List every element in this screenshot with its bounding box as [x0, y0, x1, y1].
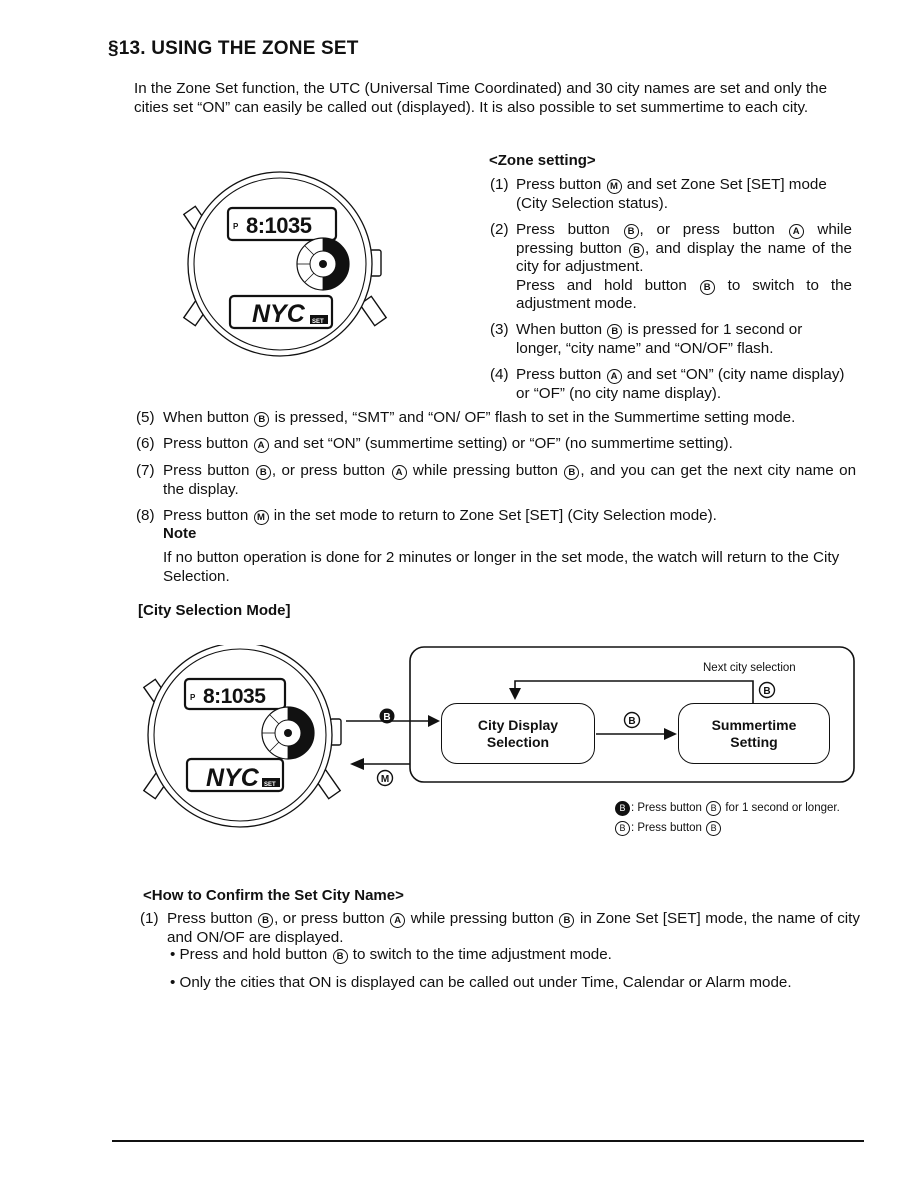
legend-item-long-press: B: Press button B for 1 second or longer… [614, 798, 840, 818]
step-text: Press button M in the set mode to return… [163, 507, 717, 525]
legend-text: : Press button [631, 802, 706, 814]
button-m-icon: M [253, 510, 269, 525]
button-b-icon: B [564, 465, 580, 480]
display-set-tag: SET [264, 782, 276, 788]
middle-arrow-head [664, 728, 677, 740]
button-a-icon: A [391, 465, 407, 480]
step-extra-text: Press and hold button B to switch to the… [516, 276, 852, 313]
note-label: Note [163, 525, 197, 542]
step-number: (3) [490, 321, 509, 338]
step-2: (2) Press button B, or press button A wh… [490, 221, 852, 314]
city-selection-mode-heading: [City Selection Mode] [138, 602, 291, 619]
bottom-rule [112, 1140, 864, 1142]
node-label-line: Summertime [711, 716, 797, 733]
button-b-icon: B [258, 913, 274, 928]
node-label-line: City Display [477, 716, 559, 733]
intro-paragraph: In the Zone Set function, the UTC (Unive… [134, 80, 828, 116]
step-7: (7) Press button B, or press button A wh… [136, 462, 856, 499]
legend-text: : Press button [631, 822, 706, 834]
watch-face-icon: P 8:1035 NYC SET [142, 642, 342, 828]
confirm-bullet-1: • Press and hold button B to switch to t… [170, 946, 612, 964]
step-number: (1) [490, 176, 509, 193]
button-a-icon: A [390, 913, 406, 928]
step-number: (2) [490, 221, 509, 238]
section-title: §13. USING THE ZONE SET [108, 38, 359, 59]
button-b-icon: B [706, 821, 722, 836]
step-3: (3) When button B is pressed for 1 secon… [490, 321, 852, 358]
button-b-icon: B [629, 242, 645, 258]
node-label-line: Setting [730, 733, 778, 750]
step-text: Press button B, or press button A while … [163, 462, 857, 498]
display-set-tag: SET [312, 319, 324, 325]
step-5: (5) When button B is pressed, “SMT” and … [136, 409, 866, 428]
step-number: (7) [136, 462, 155, 479]
button-b-long-label: B [383, 712, 390, 723]
watch-face-icon: P 8:1035 NYC SET [182, 171, 388, 357]
step-text: Press button B, or press button A while … [516, 221, 852, 275]
button-b-long-icon: B [615, 801, 630, 816]
step-6: (6) Press button A and set “ON” (summert… [136, 435, 866, 454]
node-summertime-setting: Summertime Setting [678, 703, 830, 764]
button-b-icon: B [699, 279, 715, 295]
loop-label: Next city selection [703, 662, 796, 674]
confirm-bullet-2: • Only the cities that ON is displayed c… [170, 974, 792, 991]
step-number: (5) [136, 409, 155, 426]
node-city-display-selection: City Display Selection [441, 703, 595, 764]
bullet-icon: • [170, 946, 180, 963]
loop-arrow [514, 680, 754, 703]
display-time: 8:1035 [203, 685, 266, 708]
button-b-label: B [628, 716, 635, 727]
step-text: When button B is pressed, “SMT” and “ON/… [163, 409, 796, 427]
button-b-icon: B [623, 224, 639, 239]
step-text: When button B is pressed for 1 second or… [516, 321, 803, 357]
exit-arrow-head [350, 758, 364, 770]
legend-text: for 1 second or longer. [722, 802, 840, 814]
enter-arrow-head [428, 715, 440, 727]
confirm-heading: <How to Confirm the Set City Name> [143, 887, 404, 904]
step-number: (8) [136, 507, 155, 524]
step-1: (1) Press button M and set Zone Set [SET… [490, 176, 852, 213]
button-b-icon: B [254, 412, 270, 427]
step-4: (4) Press button A and set “ON” (city na… [490, 366, 852, 403]
button-m-icon: M [606, 179, 622, 194]
legend-item-press: B: Press button B [614, 818, 840, 838]
step-number: (1) [140, 910, 159, 927]
zone-setting-heading: <Zone setting> [489, 152, 596, 169]
button-a-icon: A [253, 438, 269, 453]
bullet-icon: • [170, 974, 180, 991]
step-text: Press button B, or press button A while … [167, 910, 860, 946]
button-b-icon: B [255, 465, 271, 480]
step-number: (6) [136, 435, 155, 452]
diagram-legend: B: Press button B for 1 second or longer… [614, 798, 840, 838]
note-text: If no button operation is done for 2 min… [163, 549, 840, 585]
step-text: Press button A and set “ON” (city name d… [516, 366, 845, 402]
display-prefix: P [190, 693, 196, 702]
button-m-label: M [381, 774, 389, 785]
button-b-icon: B [559, 913, 575, 928]
button-b-label: B [763, 686, 770, 697]
step-number: (4) [490, 366, 509, 383]
step-text: Press button A and set “ON” (summertime … [163, 435, 733, 453]
node-label-line: Selection [486, 733, 550, 750]
watch-illustration-top: P 8:1035 NYC SET [180, 168, 390, 368]
display-city: NYC [206, 764, 260, 792]
button-b-icon: B [332, 949, 348, 964]
button-b-icon: B [615, 821, 630, 836]
display-prefix: P [233, 222, 239, 231]
button-a-icon: A [606, 369, 622, 384]
step-text: Press button M and set Zone Set [SET] mo… [516, 176, 827, 212]
loop-arrow-head [509, 688, 521, 700]
button-b-icon: B [607, 324, 623, 339]
display-city: NYC [252, 300, 306, 328]
step-8: (8) Press button M in the set mode to re… [136, 507, 866, 526]
button-a-icon: A [788, 224, 804, 239]
confirm-step-1: (1) Press button B, or press button A wh… [140, 910, 860, 947]
button-b-icon: B [706, 801, 722, 816]
watch-illustration-bottom: P 8:1035 NYC SET [140, 642, 350, 845]
display-time: 8:1035 [246, 213, 312, 238]
